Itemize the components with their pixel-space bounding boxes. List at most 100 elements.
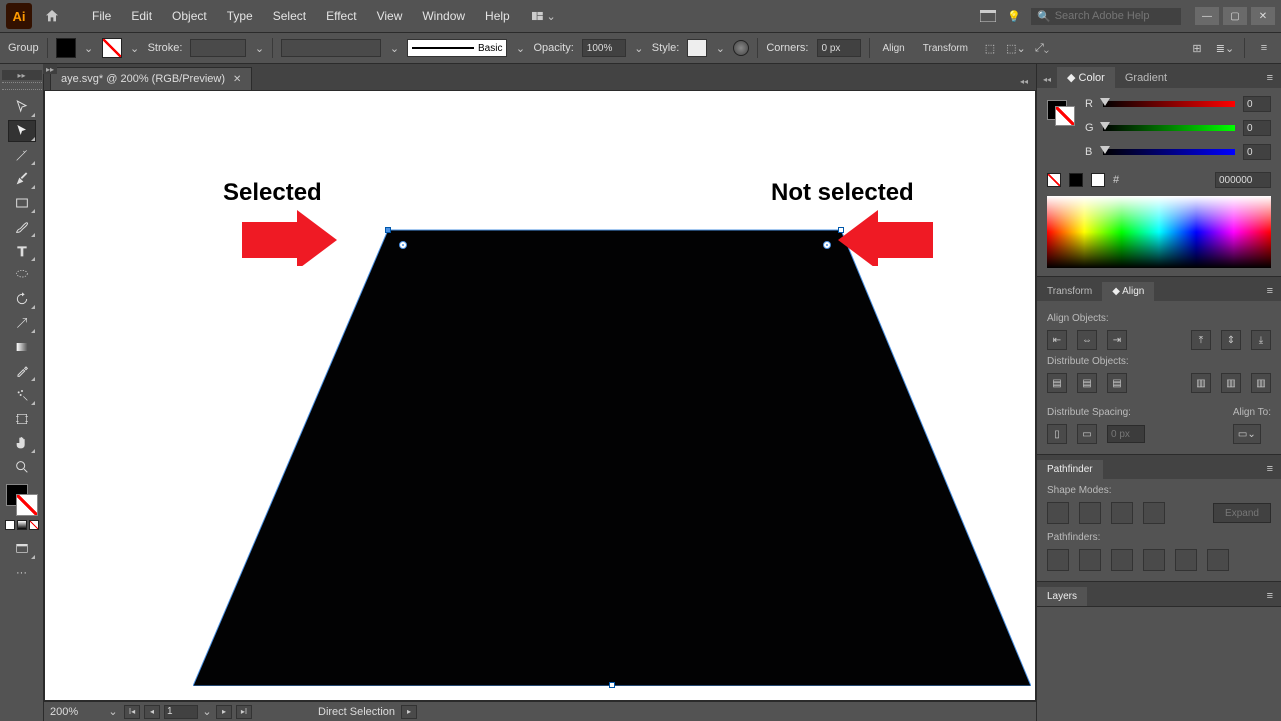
last-artboard-button[interactable]: ▸I xyxy=(236,705,252,719)
prefs-icon[interactable]: ⊞ xyxy=(1188,39,1206,57)
align-bottom[interactable]: ⤓ xyxy=(1251,330,1271,350)
dist-space-h[interactable]: ▭ xyxy=(1077,424,1097,444)
dist-hcenter[interactable]: ▥ xyxy=(1221,373,1241,393)
type-tool[interactable] xyxy=(8,240,36,262)
stroke-weight[interactable] xyxy=(190,39,246,57)
align-to-dropdown[interactable]: ▭⌄ xyxy=(1233,424,1261,444)
transform-link[interactable]: Transform xyxy=(918,40,973,57)
style-swatch[interactable] xyxy=(687,39,707,57)
slider-r[interactable] xyxy=(1103,101,1235,107)
color-mode-swatches[interactable] xyxy=(5,520,39,530)
next-artboard-button[interactable]: ▸ xyxy=(216,705,232,719)
tab-align[interactable]: ◆ Align xyxy=(1102,282,1154,301)
menu-file[interactable]: File xyxy=(82,3,121,29)
screen-mode[interactable] xyxy=(8,538,36,560)
slider-g[interactable] xyxy=(1103,125,1235,131)
tools-expander[interactable]: ▸▸ xyxy=(2,70,42,80)
color-spectrum[interactable] xyxy=(1047,196,1271,268)
tab-color[interactable]: ◆ Color xyxy=(1057,67,1115,88)
pathfinder-panel-menu[interactable]: ≡ xyxy=(1259,459,1281,479)
align-hcenter[interactable]: ⇔ xyxy=(1077,330,1097,350)
color-collapse[interactable]: ◂◂ xyxy=(1037,71,1057,88)
edit-toolbar[interactable]: ··· xyxy=(8,562,36,584)
arrange-documents-icon[interactable] xyxy=(979,7,997,25)
color-fill-stroke[interactable] xyxy=(1047,96,1075,124)
menu-effect[interactable]: Effect xyxy=(316,3,366,29)
isolate-icon[interactable]: ⬚ xyxy=(981,39,999,57)
minus-front[interactable] xyxy=(1079,502,1101,524)
tab-pathfinder[interactable]: Pathfinder xyxy=(1037,460,1103,479)
eyedropper-tool[interactable] xyxy=(8,360,36,382)
color-panel-menu[interactable]: ≡ xyxy=(1259,68,1281,88)
corners-input[interactable] xyxy=(817,39,861,57)
close-tab-icon[interactable]: ✕ xyxy=(233,74,241,85)
brush-definition[interactable]: Basic xyxy=(407,39,507,57)
dist-left[interactable]: ▥ xyxy=(1191,373,1211,393)
minimize-button[interactable]: — xyxy=(1195,7,1219,25)
unite[interactable] xyxy=(1047,502,1069,524)
align-right[interactable]: ⇥ xyxy=(1107,330,1127,350)
fill-swatch[interactable] xyxy=(56,38,76,58)
align-vcenter[interactable]: ⇕ xyxy=(1221,330,1241,350)
workspace-switcher[interactable]: ⌄ xyxy=(532,4,556,28)
slider-b[interactable] xyxy=(1103,149,1235,155)
align-to-icon[interactable]: ⤢⌄ xyxy=(1033,39,1051,57)
none-swatch[interactable] xyxy=(1047,173,1061,187)
help-search[interactable]: 🔍 xyxy=(1031,8,1181,25)
paintbrush-tool[interactable] xyxy=(8,216,36,238)
hand-tool[interactable] xyxy=(8,432,36,454)
menu-help[interactable]: Help xyxy=(475,3,520,29)
variable-width-profile[interactable] xyxy=(281,39,381,57)
outline[interactable] xyxy=(1175,549,1197,571)
value-g[interactable] xyxy=(1243,120,1271,136)
exclude[interactable] xyxy=(1143,502,1165,524)
first-artboard-button[interactable]: I◂ xyxy=(124,705,140,719)
zoom-tool[interactable] xyxy=(8,456,36,478)
trim[interactable] xyxy=(1079,549,1101,571)
essentials-icon[interactable]: ≣⌄ xyxy=(1216,39,1234,57)
anchor-selected[interactable] xyxy=(385,227,391,233)
white-swatch[interactable] xyxy=(1091,173,1105,187)
help-search-input[interactable] xyxy=(1055,10,1175,22)
value-r[interactable] xyxy=(1243,96,1271,112)
selection-tool[interactable] xyxy=(8,96,36,118)
pen-tool[interactable] xyxy=(8,168,36,190)
tab-gradient[interactable]: Gradient xyxy=(1115,68,1177,88)
dist-space-v[interactable]: ▯ xyxy=(1047,424,1067,444)
scale-tool[interactable] xyxy=(8,312,36,334)
status-play-button[interactable]: ▸ xyxy=(401,705,417,719)
menu-view[interactable]: View xyxy=(367,3,413,29)
layers-panel-menu[interactable]: ≡ xyxy=(1259,586,1281,606)
artwork-trapezoid[interactable] xyxy=(193,226,1031,676)
opacity-input[interactable] xyxy=(582,39,626,57)
intersect[interactable] xyxy=(1111,502,1133,524)
tabrow-expander[interactable]: ▸▸ xyxy=(43,64,57,74)
fill-stroke-indicator[interactable] xyxy=(6,484,38,516)
anchor-bottom[interactable] xyxy=(609,682,615,688)
close-window-button[interactable]: ✕ xyxy=(1251,7,1275,25)
panels-expander[interactable]: ◂◂ xyxy=(1012,73,1036,90)
align-link[interactable]: Align xyxy=(878,40,910,57)
spacing-input[interactable] xyxy=(1107,425,1145,443)
tab-layers[interactable]: Layers xyxy=(1037,587,1087,606)
tab-transform[interactable]: Transform xyxy=(1037,282,1102,301)
lasso-tool[interactable] xyxy=(8,264,36,286)
zoom-input[interactable] xyxy=(50,705,102,719)
merge[interactable] xyxy=(1111,549,1133,571)
menu-object[interactable]: Object xyxy=(162,3,217,29)
align-left[interactable]: ⇤ xyxy=(1047,330,1067,350)
dist-bottom[interactable]: ▤ xyxy=(1107,373,1127,393)
minus-back[interactable] xyxy=(1207,549,1229,571)
fill-dropdown[interactable]: ⌄ xyxy=(84,43,94,53)
hex-input[interactable] xyxy=(1215,172,1271,188)
divide[interactable] xyxy=(1047,549,1069,571)
menu-window[interactable]: Window xyxy=(412,3,475,29)
maximize-button[interactable]: ▢ xyxy=(1223,7,1247,25)
align-panel-menu[interactable]: ≡ xyxy=(1259,281,1281,301)
stroke-swatch[interactable] xyxy=(102,38,122,58)
home-button[interactable] xyxy=(38,2,66,30)
dist-top[interactable]: ▤ xyxy=(1047,373,1067,393)
prev-artboard-button[interactable]: ◂ xyxy=(144,705,160,719)
menu-type[interactable]: Type xyxy=(217,3,263,29)
recolor-artwork-icon[interactable] xyxy=(733,40,749,56)
